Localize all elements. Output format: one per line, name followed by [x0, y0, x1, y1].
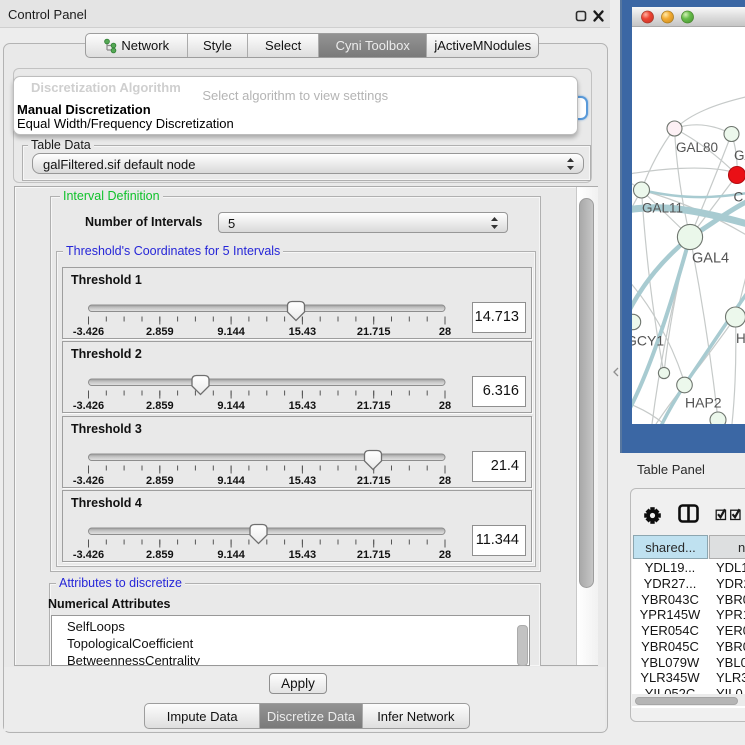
svg-text:9.144: 9.144 [217, 326, 245, 338]
svg-text:2.859: 2.859 [146, 549, 174, 561]
svg-text:2.859: 2.859 [146, 326, 174, 338]
svg-text:21.715: 21.715 [357, 326, 391, 338]
svg-text:GAL11: GAL11 [642, 201, 683, 216]
svg-text:-3.426: -3.426 [73, 326, 104, 338]
svg-text:15.43: 15.43 [289, 400, 317, 412]
svg-text:15.43: 15.43 [289, 475, 317, 487]
svg-text:GAL80: GAL80 [676, 140, 718, 155]
svg-text:21.715: 21.715 [357, 400, 391, 412]
svg-text:9.144: 9.144 [217, 475, 245, 487]
svg-text:H: H [736, 331, 745, 346]
svg-text:GAL4: GAL4 [692, 251, 729, 267]
svg-text:GA: GA [734, 148, 745, 163]
svg-text:-3.426: -3.426 [73, 475, 104, 487]
svg-text:-3.426: -3.426 [73, 400, 104, 412]
svg-text:28: 28 [439, 475, 451, 487]
svg-text:28: 28 [439, 400, 451, 412]
svg-text:C: C [734, 190, 744, 205]
svg-text:HAP2: HAP2 [685, 395, 722, 411]
svg-text:21.715: 21.715 [357, 549, 391, 561]
svg-text:9.144: 9.144 [217, 400, 245, 412]
svg-text:15.43: 15.43 [289, 326, 317, 338]
svg-text:9.144: 9.144 [217, 549, 245, 561]
svg-text:2.859: 2.859 [146, 400, 174, 412]
svg-text:2.859: 2.859 [146, 475, 174, 487]
svg-text:-3.426: -3.426 [73, 549, 104, 561]
svg-text:21.715: 21.715 [357, 475, 391, 487]
svg-text:15.43: 15.43 [289, 549, 317, 561]
svg-text:28: 28 [439, 326, 451, 338]
svg-text:28: 28 [439, 549, 451, 561]
